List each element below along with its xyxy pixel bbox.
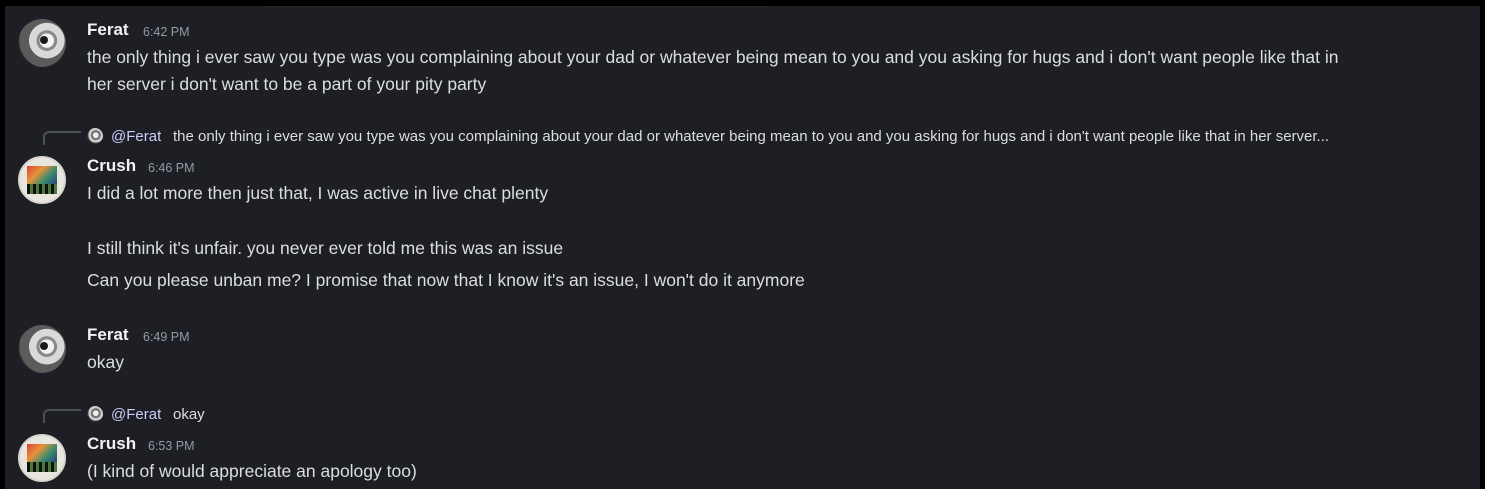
author-name[interactable]: Crush bbox=[87, 434, 136, 454]
message-line: okay bbox=[87, 352, 124, 372]
reply-mention[interactable]: @Ferat bbox=[111, 128, 161, 145]
author-name[interactable]: Ferat bbox=[87, 325, 129, 345]
message-line: Can you please unban me? I promise that … bbox=[87, 270, 805, 290]
timestamp[interactable]: 6:53 PM bbox=[148, 439, 195, 453]
crush-avatar[interactable] bbox=[18, 434, 66, 482]
message-line: (I kind of would appreciate an apology t… bbox=[87, 461, 417, 481]
reply-connector bbox=[43, 409, 81, 423]
reply-preview-text[interactable]: okay bbox=[173, 406, 205, 423]
reply-mention[interactable]: @Ferat bbox=[111, 406, 161, 423]
author-name[interactable]: Crush bbox=[87, 156, 136, 176]
reply-connector bbox=[43, 131, 81, 145]
reply-avatar-icon[interactable] bbox=[87, 128, 103, 144]
avatar-art bbox=[27, 166, 57, 194]
timestamp[interactable]: 6:49 PM bbox=[143, 330, 190, 344]
chat-message-list: Ferat 6:42 PM the only thing i ever saw … bbox=[5, 6, 1480, 489]
top-fade-overlay bbox=[267, 6, 767, 9]
message-line: the only thing i ever saw you type was y… bbox=[87, 47, 1339, 67]
timestamp[interactable]: 6:42 PM bbox=[143, 25, 190, 39]
message-line: I still think it's unfair. you never eve… bbox=[87, 238, 564, 258]
crush-avatar[interactable] bbox=[18, 156, 66, 204]
avatar-art bbox=[27, 444, 57, 472]
ferat-avatar[interactable] bbox=[18, 19, 66, 67]
message-line: her server i don't want to be a part of … bbox=[87, 74, 487, 94]
reply-avatar-icon[interactable] bbox=[87, 406, 103, 422]
timestamp[interactable]: 6:46 PM bbox=[148, 161, 195, 175]
author-name[interactable]: Ferat bbox=[87, 20, 129, 40]
message-line: I did a lot more then just that, I was a… bbox=[87, 183, 549, 203]
reply-preview-text[interactable]: the only thing i ever saw you type was y… bbox=[173, 128, 1463, 145]
ferat-avatar[interactable] bbox=[18, 325, 66, 373]
